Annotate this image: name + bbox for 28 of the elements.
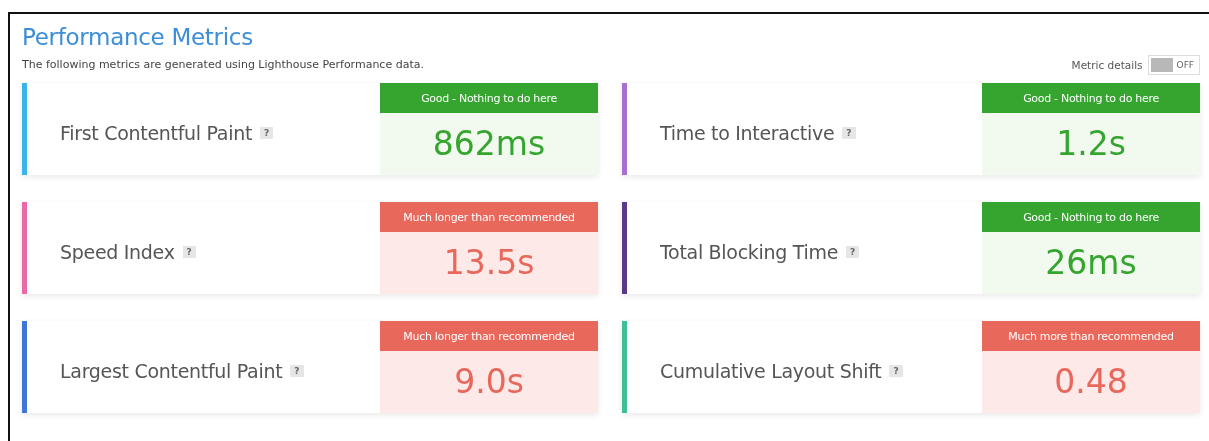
status-banner: Much longer than recommended [380, 202, 598, 232]
help-icon[interactable]: ? [842, 127, 856, 139]
metric-name: Cumulative Layout Shift [660, 360, 882, 382]
page-subtitle: The following metrics are generated using Lighthouse Performance data. [22, 58, 424, 71]
help-icon[interactable]: ? [889, 365, 903, 377]
page-title: Performance Metrics [22, 24, 254, 50]
metric-name: First Contentful Paint [60, 122, 253, 144]
metric-value: 0.48 [1053, 360, 1129, 403]
status-banner: Much more than recommended [982, 321, 1200, 351]
metric-details-label: Metric details [1071, 59, 1143, 71]
help-icon[interactable]: ? [846, 246, 860, 258]
status-banner: Much longer than recommended [380, 321, 598, 351]
metric-name: Speed Index [60, 241, 175, 263]
metric-value: 9.0s [453, 360, 525, 403]
status-banner: Good - Nothing to do here [982, 202, 1200, 232]
metric-name: Total Blocking Time [660, 241, 839, 263]
help-icon[interactable]: ? [182, 246, 196, 258]
status-banner: Good - Nothing to do here [380, 83, 598, 113]
metric-name: Largest Contentful Paint [60, 360, 283, 382]
help-icon[interactable]: ? [290, 365, 304, 377]
help-icon[interactable]: ? [260, 127, 274, 139]
metric-details-toggle[interactable]: OFF [1147, 55, 1200, 75]
metric-value: 862ms [431, 122, 547, 165]
metric-value: 1.2s [1055, 122, 1127, 165]
status-banner: Good - Nothing to do here [982, 83, 1200, 113]
metric-value: 26ms [1044, 241, 1138, 284]
metric-name: Time to Interactive [660, 122, 835, 144]
metric-value: 13.5s [442, 241, 536, 284]
